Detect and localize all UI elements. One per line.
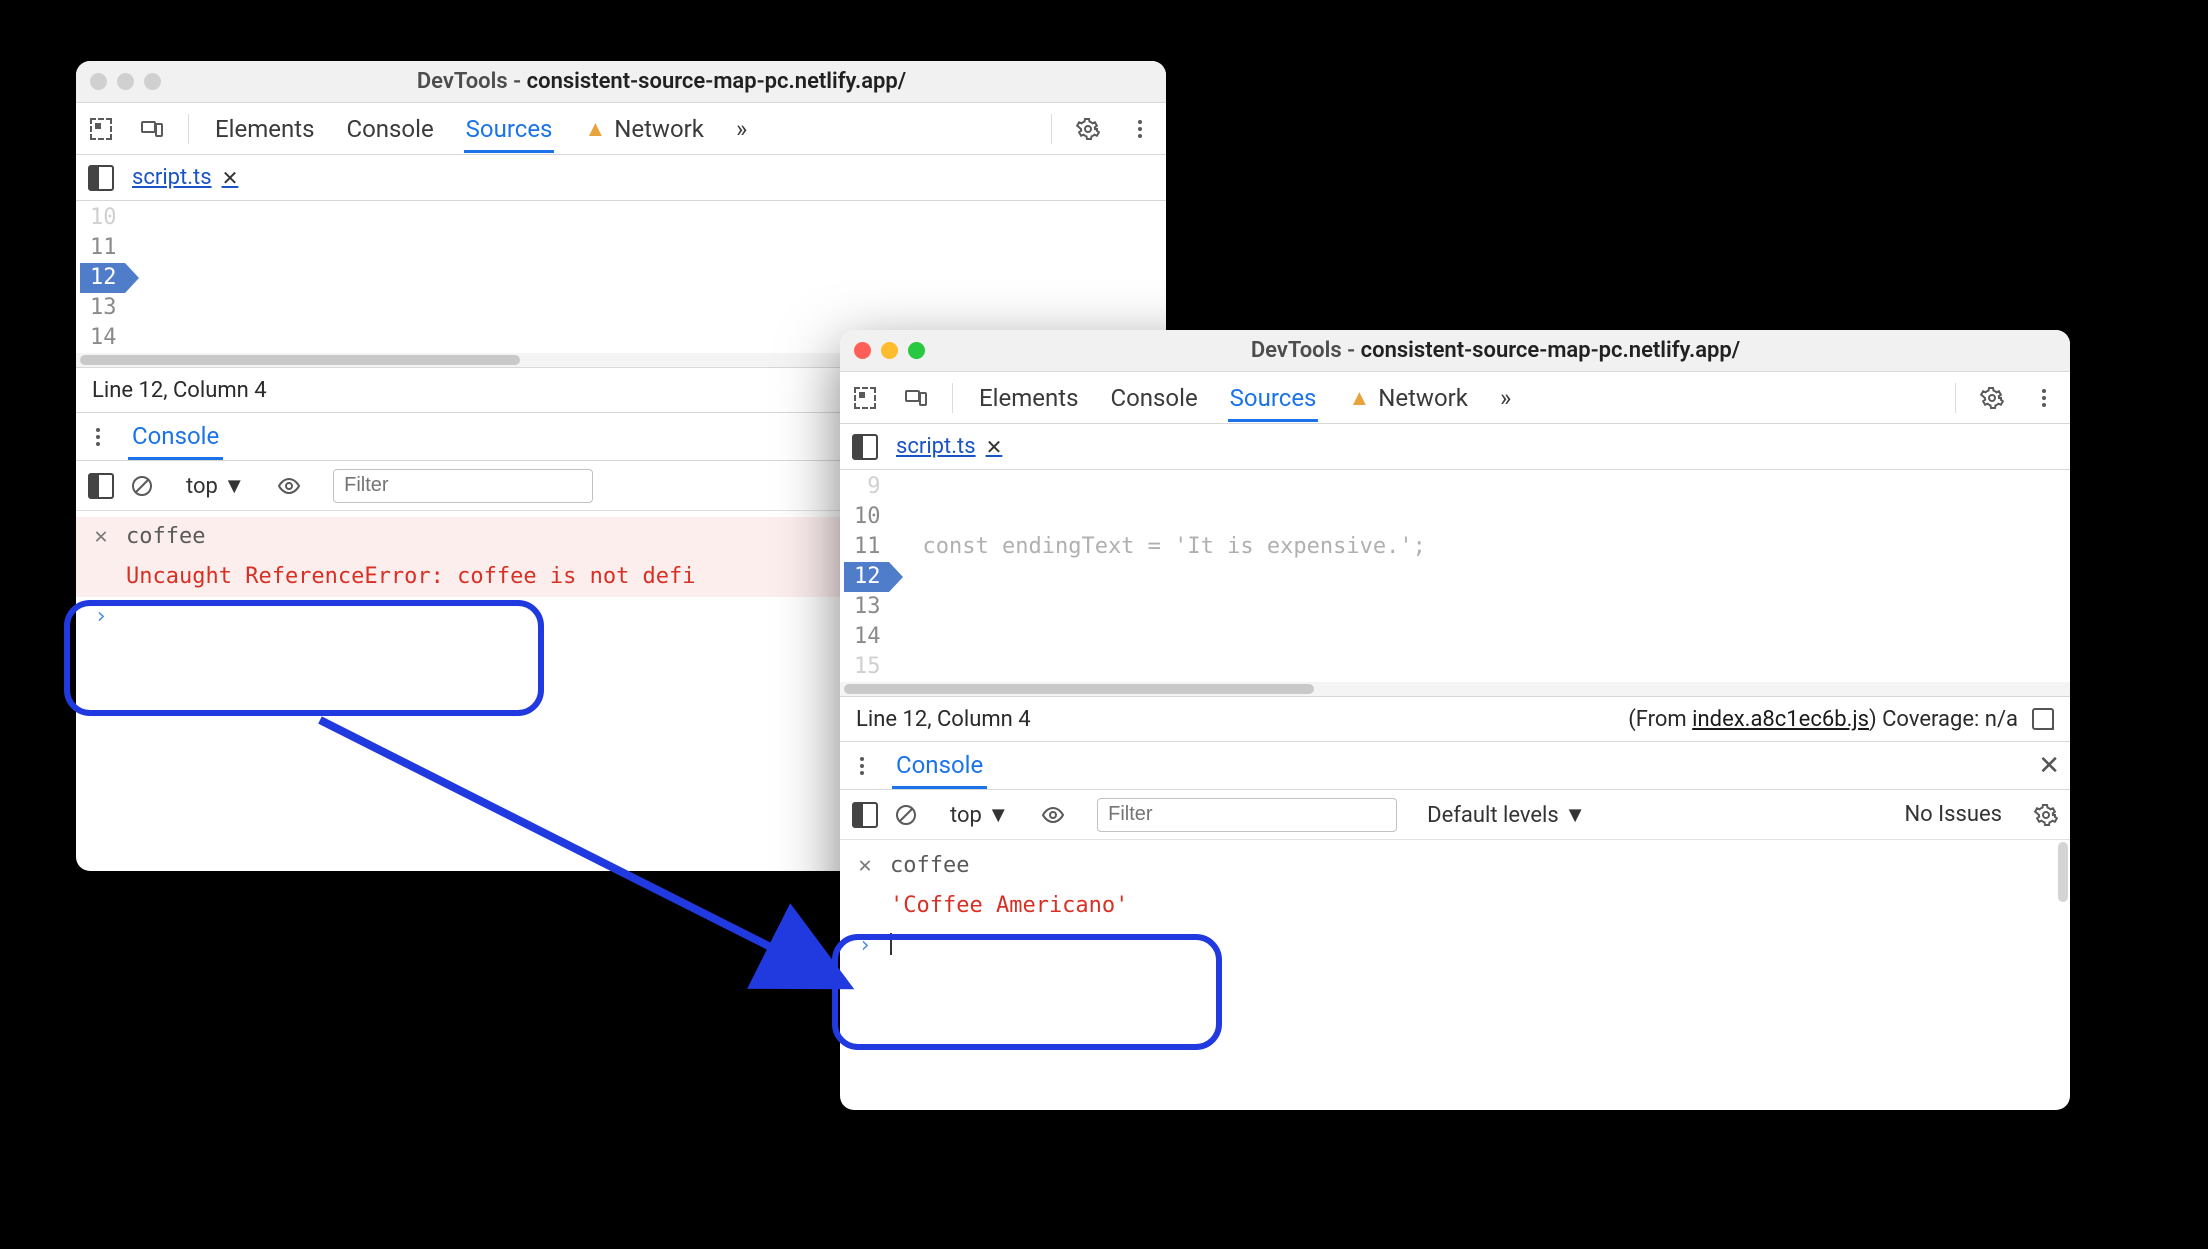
console-sidebar-toggle-icon[interactable] xyxy=(88,473,114,499)
inspect-element-icon[interactable] xyxy=(90,118,112,140)
tab-network[interactable]: ▲ Network xyxy=(582,105,706,153)
source-map-info: (From index.a8c1ec6b.js) Coverage: n/a xyxy=(1628,707,2018,732)
more-tabs-button[interactable]: » xyxy=(1498,374,1513,422)
window-title: DevTools - consistent-source-map-pc.netl… xyxy=(935,338,2056,363)
navigator-toggle-icon[interactable] xyxy=(88,165,114,191)
kebab-menu-icon[interactable] xyxy=(86,425,110,449)
file-tabs-bar: script.ts ✕ xyxy=(76,155,1166,201)
tab-elements[interactable]: Elements xyxy=(977,374,1080,422)
maximize-window-button[interactable] xyxy=(144,73,161,90)
more-tabs-button[interactable]: » xyxy=(734,105,749,153)
context-selector[interactable]: top ▼ xyxy=(186,473,245,499)
titlebar[interactable]: DevTools - consistent-source-map-pc.netl… xyxy=(76,61,1166,103)
tab-sources[interactable]: Sources xyxy=(1228,374,1319,422)
titlebar[interactable]: DevTools - consistent-source-map-pc.netl… xyxy=(840,330,2070,372)
console-filter-input[interactable] xyxy=(1097,798,1397,832)
clear-console-icon[interactable] xyxy=(894,803,918,827)
current-line-marker: 12 xyxy=(80,263,125,293)
issues-button[interactable]: No Issues xyxy=(1904,802,2002,827)
console-drawer-header: Console ✕ xyxy=(840,742,2070,790)
drawer-tab-console[interactable]: Console xyxy=(892,743,987,789)
current-line-marker: 12 xyxy=(844,562,889,592)
horizontal-scrollbar[interactable] xyxy=(840,682,2070,696)
settings-icon[interactable] xyxy=(1980,386,2004,410)
kebab-menu-icon[interactable] xyxy=(2032,386,2056,410)
maximize-window-button[interactable] xyxy=(908,342,925,359)
window-title: DevTools - consistent-source-map-pc.netl… xyxy=(171,69,1152,94)
annotation-arrow-icon xyxy=(310,712,880,1022)
clear-console-icon[interactable] xyxy=(130,474,154,498)
minimize-window-button[interactable] xyxy=(117,73,134,90)
close-tab-icon[interactable]: ✕ xyxy=(986,435,1003,459)
console-output[interactable]: ✕ coffee 'Coffee Americano' › xyxy=(840,840,2070,1110)
source-map-link[interactable]: index.a8c1ec6b.js xyxy=(1692,707,1869,732)
cursor-position: Line 12, Column 4 xyxy=(92,378,267,403)
file-tabs-bar: script.ts ✕ xyxy=(840,424,2070,470)
device-toolbar-icon[interactable] xyxy=(140,117,164,141)
close-window-button[interactable] xyxy=(90,73,107,90)
console-prompt[interactable]: › xyxy=(840,926,2070,966)
drawer-tab-console[interactable]: Console xyxy=(128,414,223,460)
close-drawer-icon[interactable]: ✕ xyxy=(2038,751,2060,781)
tab-network[interactable]: ▲ Network xyxy=(1346,374,1470,422)
code-lines[interactable]: const endingText = 'It is expensive.'; c… xyxy=(897,470,2071,682)
kebab-menu-icon[interactable] xyxy=(1128,117,1152,141)
console-result-row: 'Coffee Americano' xyxy=(840,886,2070,926)
context-selector[interactable]: top ▼ xyxy=(950,802,1009,828)
chevron-right-icon: › xyxy=(90,601,112,633)
warning-icon: ▲ xyxy=(584,116,606,142)
cursor-position: Line 12, Column 4 xyxy=(856,707,1031,732)
close-window-button[interactable] xyxy=(854,342,871,359)
close-tab-icon[interactable]: ✕ xyxy=(222,166,239,190)
main-toolbar: Elements Console Sources ▲ Network » xyxy=(76,103,1166,155)
tab-console[interactable]: Console xyxy=(344,105,435,153)
coverage-toggle-icon[interactable] xyxy=(2032,708,2054,730)
line-gutter: 10 11 12 13 14 xyxy=(76,201,133,353)
live-expression-icon[interactable] xyxy=(1041,803,1065,827)
console-settings-icon[interactable] xyxy=(2034,803,2058,827)
text-cursor xyxy=(890,933,892,955)
editor-statusbar: Line 12, Column 4 (From index.a8c1ec6b.j… xyxy=(840,696,2070,742)
file-tab-script-ts[interactable]: script.ts ✕ xyxy=(896,434,1002,459)
log-levels-selector[interactable]: Default levels ▼ xyxy=(1427,802,1586,828)
file-tab-script-ts[interactable]: script.ts ✕ xyxy=(132,165,238,190)
tab-sources[interactable]: Sources xyxy=(464,105,555,153)
devtools-window-after: DevTools - consistent-source-map-pc.netl… xyxy=(840,330,2070,1110)
line-gutter: 9 10 11 12 13 14 15 xyxy=(840,470,897,682)
navigator-toggle-icon[interactable] xyxy=(852,434,878,460)
vertical-scrollbar[interactable] xyxy=(2058,842,2068,902)
minimize-window-button[interactable] xyxy=(881,342,898,359)
settings-icon[interactable] xyxy=(1076,117,1100,141)
tab-elements[interactable]: Elements xyxy=(213,105,316,153)
close-icon[interactable]: ✕ xyxy=(90,521,112,553)
live-expression-icon[interactable] xyxy=(277,474,301,498)
device-toolbar-icon[interactable] xyxy=(904,386,928,410)
scrollbar-thumb[interactable] xyxy=(844,684,1314,694)
scrollbar-thumb[interactable] xyxy=(80,355,520,365)
console-filter-input[interactable] xyxy=(333,469,593,503)
window-controls xyxy=(854,342,925,359)
window-controls xyxy=(90,73,161,90)
inspect-element-icon[interactable] xyxy=(854,387,876,409)
tab-console[interactable]: Console xyxy=(1108,374,1199,422)
console-toolbar: top ▼ Default levels ▼ No Issues xyxy=(840,790,2070,840)
main-toolbar: Elements Console Sources ▲ Network » xyxy=(840,372,2070,424)
warning-icon: ▲ xyxy=(1348,385,1370,411)
console-input-row: ✕ coffee xyxy=(840,846,2070,886)
source-editor[interactable]: 9 10 11 12 13 14 15 const endingText = '… xyxy=(840,470,2070,682)
